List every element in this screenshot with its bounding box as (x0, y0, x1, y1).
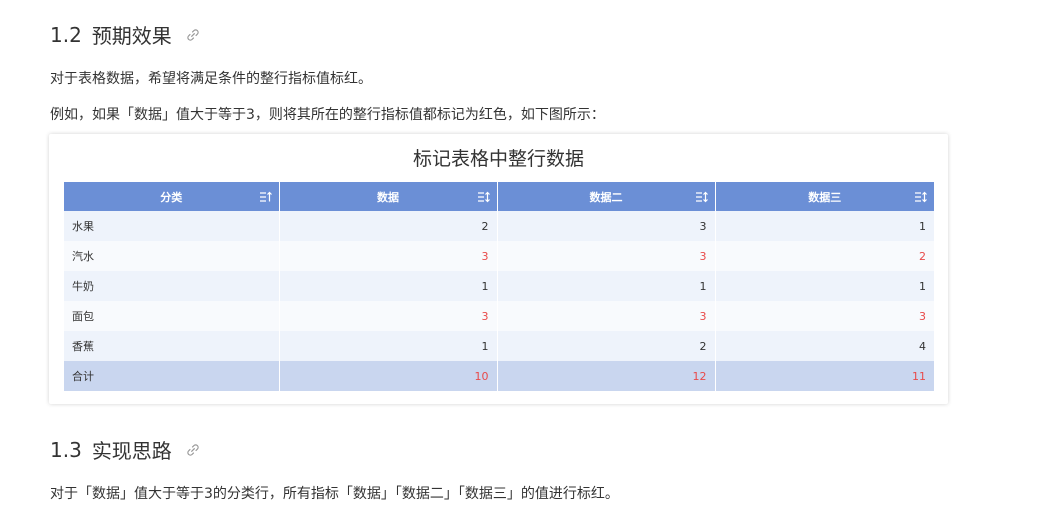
table-total-row: 合计 10 12 11 (64, 361, 934, 391)
cell-value: 3 (497, 211, 716, 241)
column-header-label: 分类 (160, 190, 183, 204)
sort-icon[interactable] (695, 191, 708, 202)
cell-value: 2 (497, 331, 716, 361)
table-row: 水果 2 3 1 (64, 211, 934, 241)
sort-icon[interactable] (259, 191, 272, 202)
cell-value-highlighted: 2 (715, 241, 934, 271)
section-heading-implementation: 1.3 实现思路 (50, 435, 200, 464)
section-title: 预期效果 (91, 24, 172, 48)
cell-total-value: 12 (497, 361, 716, 391)
table-card: 标记表格中整行数据 分类 数据 数据二 数据三 水果 2 3 1 汽水 3 3 … (49, 134, 948, 404)
cell-value: 4 (715, 331, 934, 361)
sort-icon[interactable] (477, 191, 490, 202)
column-header-data[interactable]: 数据 (279, 182, 498, 211)
paragraph-intro: 对于表格数据，希望将满足条件的整行指标值标红。 (50, 71, 372, 87)
table-row-highlighted: 面包 3 3 3 (64, 301, 934, 331)
section-number: 1.2 (50, 22, 82, 47)
table-title: 标记表格中整行数据 (412, 148, 584, 170)
link-icon[interactable] (186, 28, 200, 42)
cell-value-highlighted: 3 (715, 301, 934, 331)
paragraph-example: 例如，如果「数据」值大于等于3，则将其所在的整行指标值都标记为红色，如下图所示： (50, 107, 605, 123)
cell-value-highlighted: 3 (279, 241, 498, 271)
table-row: 牛奶 1 1 1 (64, 271, 934, 301)
column-header-data3[interactable]: 数据三 (715, 182, 934, 211)
cell-category: 汽水 (64, 241, 280, 271)
cell-value: 1 (715, 211, 934, 241)
cell-total-value: 11 (715, 361, 934, 391)
column-header-data2[interactable]: 数据二 (497, 182, 716, 211)
table-row: 香蕉 1 2 4 (64, 331, 934, 361)
cell-category: 面包 (64, 301, 280, 331)
sort-icon[interactable] (915, 191, 927, 202)
cell-value: 1 (279, 331, 498, 361)
column-header-label: 数据二 (589, 190, 623, 204)
cell-value-highlighted: 3 (497, 301, 716, 331)
cell-value: 1 (715, 271, 934, 301)
link-icon[interactable] (186, 443, 200, 457)
paragraph-approach: 对于「数据」值大于等于3的分类行，所有指标「数据」「数据二」「数据三」的值进行标… (50, 486, 619, 502)
cell-value-highlighted: 3 (497, 241, 716, 271)
cell-value-highlighted: 3 (279, 301, 498, 331)
column-header-category[interactable]: 分类 (64, 182, 280, 211)
table-row-highlighted: 汽水 3 3 2 (64, 241, 934, 271)
section-number: 1.3 (50, 437, 82, 462)
cell-category: 水果 (64, 211, 280, 241)
cell-category: 香蕉 (64, 331, 280, 361)
data-table: 分类 数据 数据二 数据三 水果 2 3 1 汽水 3 3 2 牛奶 1 1 1… (64, 182, 934, 391)
cell-total-value: 10 (279, 361, 498, 391)
column-header-label: 数据 (377, 190, 399, 204)
section-heading-expected-effect: 1.2 预期效果 (50, 20, 200, 49)
section-title: 实现思路 (91, 439, 172, 463)
table-header-row: 分类 数据 数据二 数据三 (64, 182, 934, 211)
cell-value: 2 (279, 211, 498, 241)
cell-value: 1 (279, 271, 498, 301)
column-header-label: 数据三 (808, 190, 842, 204)
cell-total-label: 合计 (64, 361, 280, 391)
cell-value: 1 (497, 271, 716, 301)
cell-category: 牛奶 (64, 271, 280, 301)
